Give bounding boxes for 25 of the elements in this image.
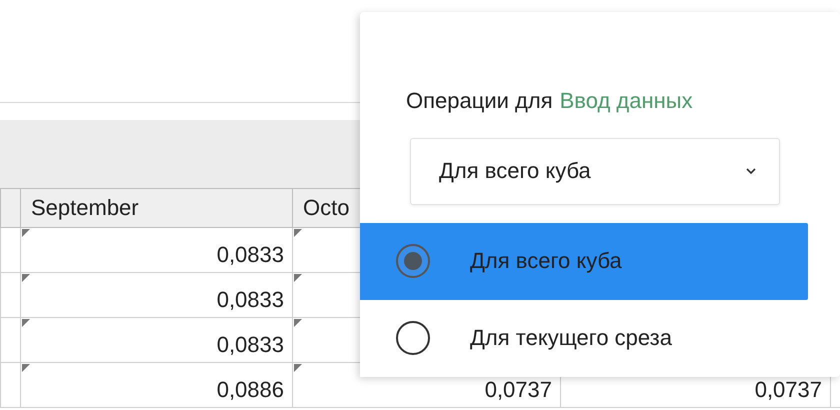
row-header — [0, 363, 20, 408]
table-cell[interactable]: 0,0833 — [20, 228, 292, 273]
radio-button[interactable] — [396, 244, 430, 278]
radio-button[interactable] — [396, 321, 430, 356]
row-header — [0, 318, 20, 363]
corner-mark-icon — [294, 229, 302, 237]
scope-option[interactable]: Для текущего среза — [360, 300, 808, 377]
corner-mark-icon — [294, 319, 302, 327]
corner-mark-icon — [22, 229, 30, 237]
row-header — [0, 228, 20, 273]
corner-mark-icon — [22, 274, 30, 282]
corner-mark-icon — [294, 274, 302, 282]
scope-select[interactable]: Для всего куба — [410, 138, 780, 205]
table-cell[interactable]: 0,0886 — [20, 363, 292, 408]
table-cell[interactable]: 0,0833 — [20, 318, 292, 363]
corner-mark-icon — [22, 319, 30, 327]
column-header[interactable]: September — [20, 188, 292, 228]
corner-mark-icon — [22, 364, 30, 372]
chevron-down-icon — [745, 167, 757, 176]
corner-mark-icon — [294, 364, 302, 372]
target-name: Ввод данных — [560, 88, 693, 114]
table-cell[interactable]: 0,0833 — [20, 273, 292, 318]
scope-option[interactable]: Для всего куба — [360, 222, 808, 300]
row-header — [0, 273, 20, 318]
popup-title: Операции для — [406, 88, 553, 114]
